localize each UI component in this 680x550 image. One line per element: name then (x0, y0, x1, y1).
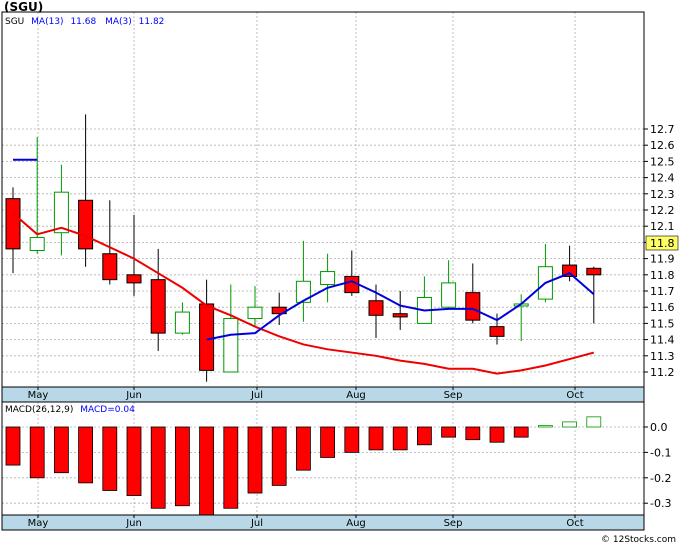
legend-ma13-label: MA(13) (31, 17, 63, 27)
candle-body (441, 282, 457, 308)
macd-bar (78, 426, 93, 484)
macd-y-axis: 0.0 -0.1 -0.2 -0.3 (644, 421, 671, 510)
legend-ma13-value: 11.68 (70, 17, 96, 27)
macd-x-tick-label: Oct (566, 518, 583, 529)
price-x-tick-label: Jun (125, 390, 142, 401)
price-y-tick-label: 11.6 (650, 301, 675, 314)
macd-legend-value: MACD=0.04 (80, 405, 135, 415)
macd-bar (223, 426, 239, 509)
price-y-tick-label: 12.5 (650, 155, 675, 168)
legend-ma3-value: 11.82 (139, 17, 165, 27)
price-y-tick-label: 11.5 (650, 317, 675, 330)
macd-bar (320, 426, 336, 458)
price-x-tick-label: May (28, 390, 49, 401)
watermark: © 12Stocks.com (601, 535, 676, 545)
macd-bar (5, 426, 21, 466)
price-y-tick-label: 12.4 (650, 172, 675, 185)
candle-body (247, 306, 263, 320)
price-y-tick-label: 11.7 (650, 285, 675, 298)
price-y-tick-label: 12.2 (650, 204, 675, 217)
candle-body (320, 271, 336, 286)
macd-bar (295, 426, 311, 471)
candle-body (489, 326, 505, 337)
price-panel: 11.211.311.411.511.611.711.811.912.012.1… (1, 0, 679, 403)
macd-bar (392, 426, 408, 451)
candle-body (392, 313, 408, 318)
macd-bar (368, 426, 384, 451)
macd-legend: MACD(26,12,9) MACD=0.04 (5, 405, 135, 415)
macd-bar (199, 426, 215, 517)
macd-bar (247, 426, 263, 494)
price-y-tick-label: 11.2 (650, 366, 675, 379)
macd-bar (416, 426, 432, 446)
macd-bar (102, 426, 118, 491)
macd-bar (174, 426, 190, 507)
macd-y-tick-label: -0.3 (650, 497, 671, 510)
macd-bar (29, 426, 45, 479)
macd-bar (586, 416, 602, 428)
macd-bar (126, 426, 142, 496)
macd-legend-title: MACD(26,12,9) (5, 405, 73, 415)
candle-body (586, 267, 602, 276)
macd-y-tick-label: 0.0 (650, 421, 668, 434)
price-y-tick-label: 11.3 (650, 350, 675, 363)
candle-body (174, 311, 190, 334)
legend-ma3-label: MA(3) (105, 17, 132, 27)
macd-panel: 0.0 -0.1 -0.2 -0.3 May Jun Jul Aug Sep Oct MACD(… (1, 401, 671, 531)
legend-ticker: SGU (5, 17, 24, 27)
macd-x-tick-label: May (28, 518, 49, 529)
price-y-tick-label: 12.6 (650, 139, 675, 152)
candle-body (465, 292, 481, 321)
macd-bar (538, 425, 553, 428)
candle-body (29, 237, 45, 251)
candle-body (199, 303, 215, 371)
macd-bar (54, 426, 69, 474)
ticker-title: (SGU) (4, 0, 43, 14)
price-x-tick-label: Sep (444, 390, 463, 401)
price-y-axis: 11.211.311.411.511.611.711.811.912.012.1… (644, 123, 675, 379)
macd-x-tick-label: Jun (125, 518, 142, 529)
last-price-label: 11.8 (650, 237, 675, 250)
macd-x-tick-label: Jul (250, 518, 263, 529)
macd-x-tick-label: Sep (444, 518, 463, 529)
price-plot-area (2, 12, 644, 387)
candle-body (150, 279, 166, 334)
candle-body (78, 199, 94, 250)
price-x-tick-label: Aug (346, 390, 366, 401)
macd-plot-area (2, 402, 644, 515)
macd-bar (344, 426, 360, 453)
macd-bar (150, 426, 166, 509)
candle-body (223, 318, 239, 373)
macd-x-axis-band (1, 514, 645, 531)
price-y-tick-label: 12.7 (650, 123, 675, 136)
candle-body (53, 191, 69, 234)
candle-body (126, 274, 142, 284)
price-x-axis-band (1, 386, 645, 403)
macd-bar (271, 426, 287, 486)
chart-canvas: 11.211.311.411.511.611.711.811.912.012.1… (1, 0, 679, 545)
price-y-tick-label: 12.1 (650, 220, 675, 233)
candle-body (368, 300, 384, 316)
macd-bar (489, 426, 505, 443)
price-y-tick-label: 11.4 (650, 334, 675, 347)
candle-body (5, 198, 21, 250)
price-x-tick-label: Jul (250, 390, 263, 401)
macd-y-tick-label: -0.2 (650, 472, 671, 485)
candle-body (102, 253, 118, 281)
price-y-tick-label: 11.9 (650, 253, 675, 266)
price-y-tick-label: 12.3 (650, 188, 675, 201)
macd-bar (562, 421, 577, 428)
macd-x-tick-label: Aug (346, 518, 366, 529)
price-y-tick-label: 11.8 (650, 269, 675, 282)
macd-y-tick-label: -0.1 (650, 446, 671, 459)
macd-bar (441, 426, 457, 438)
price-x-tick-label: Oct (566, 390, 583, 401)
macd-bar (513, 426, 529, 438)
macd-bar (465, 426, 481, 441)
stock-chart: 11.211.311.411.511.611.711.811.912.012.1… (0, 0, 680, 546)
